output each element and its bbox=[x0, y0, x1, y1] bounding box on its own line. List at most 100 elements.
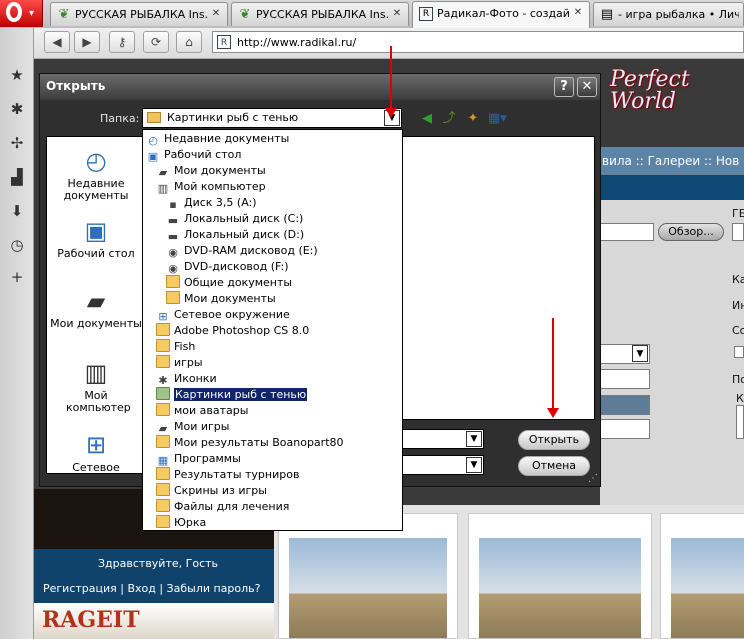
home-button[interactable]: ⌂ bbox=[176, 31, 202, 53]
text-input[interactable] bbox=[600, 369, 650, 389]
notes-icon[interactable]: ▟ bbox=[8, 168, 26, 186]
file-name-input[interactable]: ▼ bbox=[402, 429, 484, 449]
tab-1[interactable]: ❦ РУССКАЯ РЫБАЛКА Ins... ✕ bbox=[50, 2, 228, 26]
dropdown-item[interactable]: ◴ Недавние документы bbox=[146, 131, 400, 147]
dropdown-item[interactable]: ◉ DVD-RAM дисковод (E:) bbox=[166, 243, 400, 259]
file-path-input[interactable] bbox=[600, 223, 654, 241]
dropdown-item[interactable]: ⊞ Сетевое окружение bbox=[156, 307, 400, 323]
dropdown-item[interactable]: ◉ DVD-дисковод (F:) bbox=[166, 259, 400, 275]
help-button[interactable]: ? bbox=[554, 77, 574, 97]
resize-grip-icon[interactable]: ⋰ bbox=[588, 474, 598, 484]
chevron-down-icon[interactable]: ▼ bbox=[466, 431, 482, 447]
gallery-photo[interactable] bbox=[278, 513, 458, 639]
tab-4[interactable]: ▤ - игра рыбалка • Личн... bbox=[593, 2, 744, 26]
add-panel-icon[interactable]: + bbox=[8, 268, 26, 286]
dropdown-item[interactable]: ▣ Рабочий стол bbox=[146, 147, 400, 163]
dropdown-item[interactable]: Adobe Photoshop CS 8.0 bbox=[156, 323, 400, 339]
reload-button[interactable]: ⟳ bbox=[143, 31, 169, 53]
back-arrow-icon[interactable]: ◀ bbox=[418, 110, 436, 128]
place-network[interactable]: ⊞ Сетевое bbox=[47, 429, 145, 473]
text-input-dark[interactable] bbox=[600, 395, 650, 415]
dropdown-item[interactable]: ✱ Иконки bbox=[156, 371, 400, 387]
gallery-photo[interactable] bbox=[660, 513, 744, 639]
dropdown-item[interactable]: ▰ Мои документы bbox=[156, 163, 400, 179]
open-button[interactable]: Открыть bbox=[518, 430, 590, 450]
url-text: http://www.radikal.ru/ bbox=[237, 36, 357, 49]
folder-select[interactable]: Картинки рыб с тенью ▼ bbox=[142, 108, 402, 128]
dropdown-item[interactable]: ▬ Локальный диск (D:) bbox=[166, 227, 400, 243]
site-nav-bar[interactable]: вила :: Галереи :: Нов bbox=[600, 147, 744, 175]
tab-title: - игра рыбалка • Личн... bbox=[618, 8, 739, 21]
place-desktop[interactable]: ▣ Рабочий стол bbox=[47, 215, 145, 260]
checkbox[interactable] bbox=[734, 346, 744, 358]
dropdown-item-label: Иконки bbox=[174, 372, 217, 385]
browse-button[interactable]: Обзор... bbox=[658, 223, 724, 241]
close-tab-icon[interactable]: ✕ bbox=[571, 6, 585, 20]
side-label: ГЕ bbox=[732, 207, 744, 220]
tab-3-active[interactable]: R Радикал-Фото - создай... ✕ bbox=[412, 1, 590, 28]
wand-key-button[interactable]: ⚷ bbox=[109, 31, 135, 53]
auth-links[interactable]: Регистрация | Вход | Забыли пароль? bbox=[43, 582, 261, 595]
dropdown-item[interactable]: мои аватары bbox=[156, 403, 400, 419]
new-folder-icon[interactable]: ✦ bbox=[464, 110, 482, 128]
dropdown-item[interactable]: Fish bbox=[156, 339, 400, 355]
dropdown-item[interactable]: ▬ Локальный диск (C:) bbox=[166, 211, 400, 227]
address-bar: ◀ ▶ ⚷ ⟳ ⌂ R http://www.radikal.ru/ bbox=[34, 28, 744, 59]
file-list[interactable] bbox=[402, 136, 595, 420]
dropdown-item[interactable]: ▰ Мои игры bbox=[156, 419, 400, 435]
place-my-documents[interactable]: ▰ Мои документы bbox=[47, 285, 145, 330]
up-folder-icon[interactable]: ⤴ bbox=[440, 110, 458, 128]
dropdown-item[interactable]: ▦ Программы bbox=[156, 451, 400, 467]
close-icon: ✕ bbox=[581, 79, 593, 94]
side-input[interactable] bbox=[732, 223, 744, 241]
nav-text: вила :: Галереи :: Нов bbox=[602, 154, 740, 168]
chevron-down-icon[interactable]: ▼ bbox=[632, 345, 648, 362]
file-type-select[interactable]: ▼ bbox=[402, 455, 484, 475]
dropdown-item-label: Юрка bbox=[174, 516, 207, 529]
widgets-icon[interactable]: ✢ bbox=[8, 134, 26, 152]
dropdown-item[interactable]: Результаты турниров bbox=[156, 467, 400, 483]
history-icon[interactable]: ◷ bbox=[8, 236, 26, 254]
dropdown-item[interactable]: Юрка bbox=[156, 515, 400, 531]
text-input[interactable] bbox=[600, 419, 650, 439]
browse-label: Обзор... bbox=[668, 225, 714, 238]
dropdown-item[interactable]: Мои документы bbox=[166, 291, 400, 307]
textarea[interactable] bbox=[736, 405, 744, 439]
dropdown-item[interactable]: Файлы для лечения bbox=[156, 499, 400, 515]
cancel-button[interactable]: Отмена bbox=[518, 456, 590, 476]
folder-icon bbox=[156, 387, 170, 400]
ad-banner[interactable]: RAGEIT bbox=[34, 603, 274, 639]
dropdown-item[interactable]: игры bbox=[156, 355, 400, 371]
opera-menu-button[interactable]: ▾ bbox=[0, 0, 43, 27]
dropdown-item[interactable]: ▪ Диск 3,5 (A:) bbox=[166, 195, 400, 211]
close-tab-icon[interactable]: ✕ bbox=[390, 7, 404, 21]
close-tab-icon[interactable]: ✕ bbox=[209, 7, 223, 21]
downloads-icon[interactable]: ⬇ bbox=[8, 202, 26, 220]
dropdown-item-label: Мои игры bbox=[174, 420, 230, 433]
back-button[interactable]: ◀ bbox=[44, 31, 70, 53]
bookmarks-icon[interactable]: ★ bbox=[8, 66, 26, 84]
chevron-down-icon[interactable]: ▼ bbox=[466, 457, 482, 473]
tab-2[interactable]: ❦ РУССКАЯ РЫБАЛКА Ins... ✕ bbox=[231, 2, 409, 26]
my-computer-icon: ▥ bbox=[157, 182, 169, 195]
close-button[interactable]: ✕ bbox=[577, 77, 597, 97]
dropdown-item-label: мои аватары bbox=[174, 404, 249, 417]
tab-title: Радикал-Фото - создай... bbox=[437, 7, 569, 20]
dialog-title-bar[interactable]: Открыть ? ✕ bbox=[40, 74, 600, 100]
gallery-photo[interactable] bbox=[468, 513, 652, 639]
place-recent-documents[interactable]: ◴ Недавние документы bbox=[47, 145, 145, 202]
dropdown-item[interactable]: Общие документы bbox=[166, 275, 400, 291]
dvd-drive-icon: ◉ bbox=[168, 246, 178, 259]
games-icon: ▰ bbox=[158, 422, 168, 435]
dropdown-item-label: Диск 3,5 (A:) bbox=[184, 196, 257, 209]
dropdown-item[interactable]: Картинки рыб с тенью bbox=[156, 387, 400, 403]
forward-button[interactable]: ▶ bbox=[74, 31, 100, 53]
side-label: Ин bbox=[732, 299, 744, 312]
url-input[interactable]: R http://www.radikal.ru/ bbox=[212, 31, 744, 53]
view-menu-icon[interactable]: ▦▾ bbox=[488, 110, 507, 128]
dropdown-item[interactable]: Мои результаты Boanopart80 bbox=[156, 435, 400, 451]
gear-icon[interactable]: ✱ bbox=[8, 100, 26, 118]
dropdown-item[interactable]: Скрины из игры bbox=[156, 483, 400, 499]
place-my-computer[interactable]: ▥ Мой компьютер bbox=[47, 357, 145, 414]
dropdown-item[interactable]: ▥ Мой компьютер bbox=[156, 179, 400, 195]
